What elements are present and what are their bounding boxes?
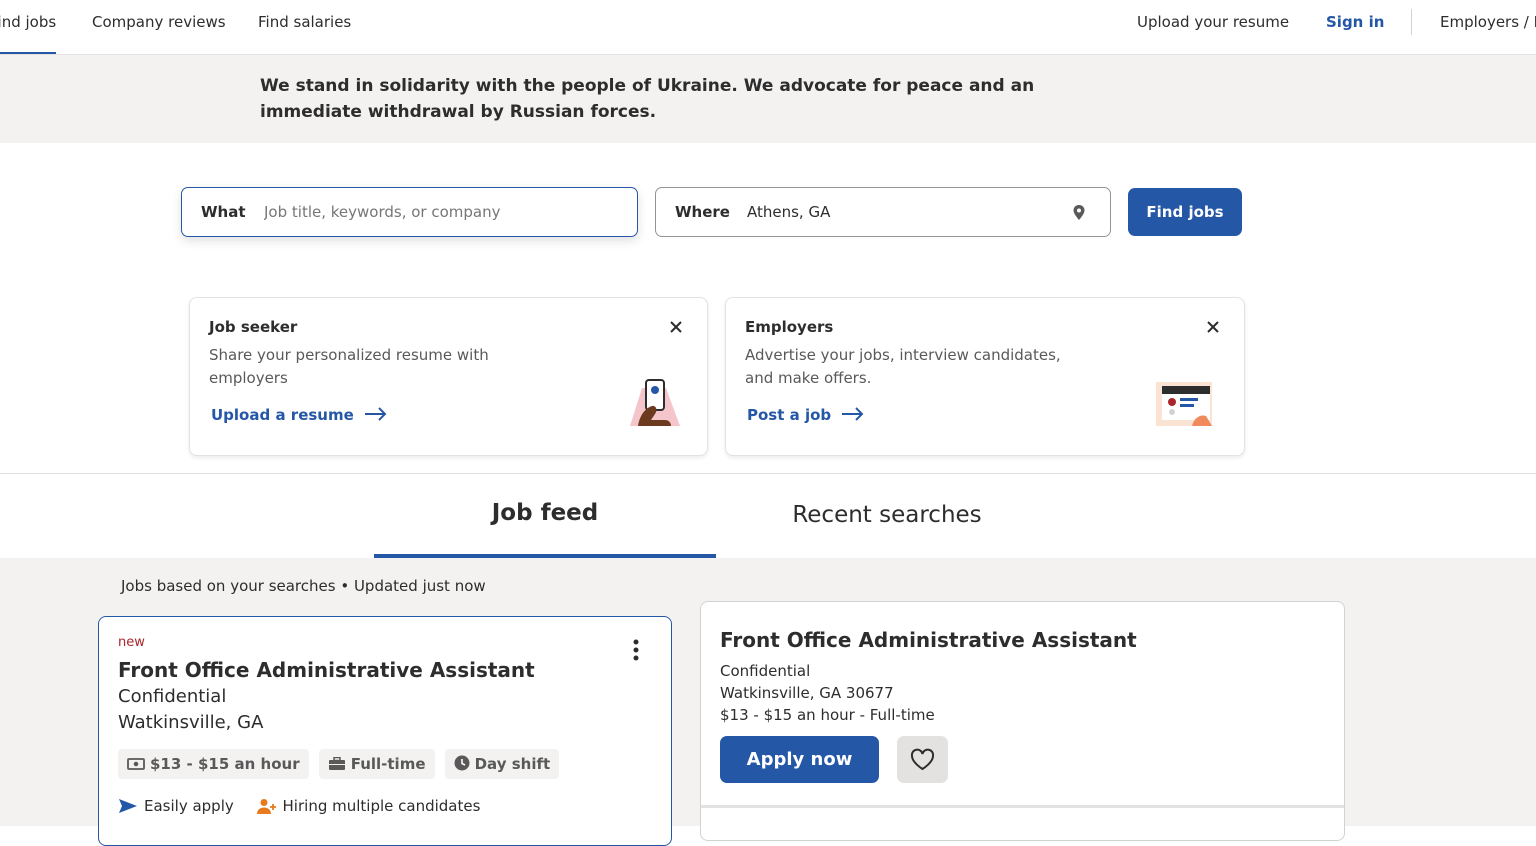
job-detail-header: Front Office Administrative Assistant Co… — [701, 602, 1344, 808]
salary-text: $13 - $15 an hour — [150, 755, 300, 773]
job-chips: $13 - $15 an hour Full-time Day shift — [118, 749, 564, 779]
job-card[interactable]: new Front Office Administrative Assistan… — [98, 616, 672, 846]
nav-employers[interactable]: Employers / Post Job — [1440, 0, 1536, 54]
easily-apply-feature: Easily apply — [118, 797, 234, 815]
job-seeker-card: Job seeker Share your personalized resum… — [189, 297, 708, 456]
post-job-link[interactable]: Post a job — [747, 406, 865, 424]
promo-title: Job seeker — [209, 318, 298, 336]
briefcase-icon — [328, 756, 345, 770]
solidarity-banner: We stand in solidarity with the people o… — [0, 55, 1536, 143]
upload-resume-label: Upload a resume — [211, 406, 354, 424]
upload-resume-link[interactable]: Upload a resume — [211, 406, 388, 424]
new-tag: new — [118, 635, 145, 650]
easily-apply-text: Easily apply — [144, 797, 234, 815]
promo-description: Advertise your jobs, interview candidate… — [745, 346, 1061, 387]
arrow-right-icon — [364, 407, 387, 421]
nav-divider — [1411, 9, 1412, 35]
location-pin-icon — [1073, 205, 1085, 220]
send-arrow-icon — [119, 799, 137, 813]
detail-pay: $13 - $15 an hour - Full-time — [720, 706, 935, 724]
heart-icon — [910, 748, 935, 771]
phone-hand-illustration — [630, 379, 680, 426]
arrow-right-icon — [842, 407, 864, 421]
salary-chip: $13 - $15 an hour — [118, 749, 309, 779]
nav-find-jobs[interactable]: Find jobs — [0, 0, 57, 54]
add-person-icon — [256, 799, 276, 814]
shift-text: Day shift — [474, 755, 551, 773]
detail-company: Confidential — [720, 662, 811, 680]
money-icon — [127, 758, 145, 770]
close-icon[interactable] — [669, 320, 683, 334]
what-field[interactable]: What — [181, 187, 638, 237]
tab-job-feed[interactable]: Job feed — [374, 474, 716, 558]
close-icon[interactable] — [1206, 320, 1220, 334]
job-type-chip: Full-time — [318, 749, 435, 779]
what-input[interactable] — [264, 198, 614, 226]
job-type-text: Full-time — [350, 755, 426, 773]
hiring-multiple-text: Hiring multiple candidates — [282, 797, 481, 815]
nav-upload-resume[interactable]: Upload your resume — [1137, 0, 1289, 54]
job-location: Watkinsville, GA — [118, 712, 264, 733]
what-label: What — [201, 203, 246, 221]
where-input[interactable] — [747, 198, 1047, 226]
shift-chip: Day shift — [444, 749, 560, 779]
more-options-icon[interactable] — [633, 639, 639, 661]
promo-description: Share your personalized resume with empl… — [209, 346, 489, 387]
promo-title: Employers — [745, 318, 834, 336]
job-posting-illustration — [1156, 382, 1212, 426]
nav-company-reviews[interactable]: Company reviews — [92, 0, 226, 54]
post-job-label: Post a job — [747, 406, 832, 424]
where-label: Where — [675, 203, 730, 221]
where-field[interactable]: Where — [655, 187, 1111, 237]
save-job-button[interactable] — [897, 736, 948, 783]
clock-icon — [454, 755, 470, 771]
tab-recent-searches[interactable]: Recent searches — [716, 474, 1058, 558]
job-title[interactable]: Front Office Administrative Assistant — [118, 658, 535, 682]
detail-title: Front Office Administrative Assistant — [720, 628, 1137, 652]
nav-sign-in[interactable]: Sign in — [1326, 0, 1384, 54]
detail-location: Watkinsville, GA 30677 — [720, 684, 894, 702]
feed-meta: Jobs based on your searches • Updated ju… — [121, 577, 486, 595]
top-nav: Find jobs Company reviews Find salaries … — [0, 0, 1536, 55]
hiring-multiple-feature: Hiring multiple candidates — [256, 797, 481, 815]
job-features: Easily apply Hiring multiple candidates — [118, 797, 498, 815]
apply-now-button[interactable]: Apply now — [720, 736, 879, 783]
job-detail-panel: Front Office Administrative Assistant Co… — [700, 601, 1345, 841]
find-jobs-button[interactable]: Find jobs — [1128, 188, 1242, 236]
nav-find-salaries[interactable]: Find salaries — [258, 0, 351, 54]
employers-card: Employers Advertise your jobs, interview… — [725, 297, 1245, 456]
banner-text: We stand in solidarity with the people o… — [260, 76, 1035, 122]
job-company: Confidential — [118, 686, 227, 707]
